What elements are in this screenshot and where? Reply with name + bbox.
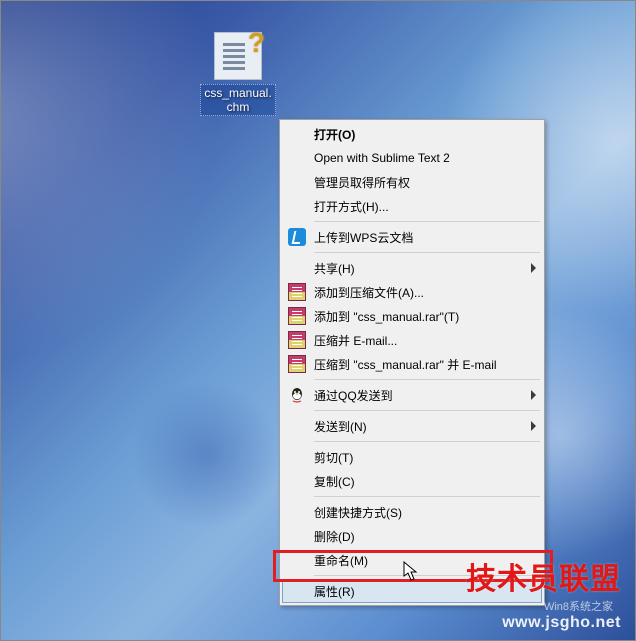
file-label: css_manual.chm — [200, 84, 276, 116]
menu-rar-add-name[interactable]: 添加到 "css_manual.rar"(T) — [282, 304, 542, 328]
desktop-file-icon[interactable]: ? css_manual.chm — [200, 26, 276, 116]
menu-separator — [314, 441, 540, 442]
menu-label: 重命名(M) — [314, 552, 368, 569]
menu-send-to[interactable]: 发送到(N) — [282, 414, 542, 438]
wps-icon — [288, 228, 306, 246]
menu-rar-email[interactable]: 压缩并 E-mail... — [282, 328, 542, 352]
menu-delete[interactable]: 删除(D) — [282, 524, 542, 548]
menu-label: 共享(H) — [314, 260, 355, 277]
menu-label: 属性(R) — [314, 583, 355, 600]
context-menu: 打开(O) Open with Sublime Text 2 管理员取得所有权 … — [279, 119, 545, 606]
winrar-icon — [288, 283, 306, 301]
menu-label: 管理员取得所有权 — [314, 174, 410, 191]
menu-wps-upload[interactable]: 上传到WPS云文档 — [282, 225, 542, 249]
winrar-icon — [288, 355, 306, 373]
submenu-arrow-icon — [531, 390, 536, 400]
menu-qq-send[interactable]: 通过QQ发送到 — [282, 383, 542, 407]
menu-label: 压缩到 "css_manual.rar" 并 E-mail — [314, 356, 497, 373]
menu-separator — [314, 252, 540, 253]
menu-label: 添加到压缩文件(A)... — [314, 284, 424, 301]
help-qmark-icon: ? — [248, 27, 265, 59]
menu-rar-email-name[interactable]: 压缩到 "css_manual.rar" 并 E-mail — [282, 352, 542, 376]
menu-label: 打开(O) — [314, 126, 355, 143]
menu-separator — [314, 410, 540, 411]
menu-separator — [314, 496, 540, 497]
menu-rar-add[interactable]: 添加到压缩文件(A)... — [282, 280, 542, 304]
bg-blob — [131, 380, 281, 530]
menu-label: 打开方式(H)... — [314, 198, 389, 215]
menu-label: 通过QQ发送到 — [314, 387, 393, 404]
submenu-arrow-icon — [531, 263, 536, 273]
menu-open-with[interactable]: 打开方式(H)... — [282, 194, 542, 218]
menu-share[interactable]: 共享(H) — [282, 256, 542, 280]
menu-copy[interactable]: 复制(C) — [282, 469, 542, 493]
menu-label: 上传到WPS云文档 — [314, 229, 413, 246]
submenu-arrow-icon — [531, 421, 536, 431]
menu-label: 发送到(N) — [314, 418, 367, 435]
menu-label: 剪切(T) — [314, 449, 353, 466]
chm-file-icon: ? — [214, 32, 262, 80]
menu-label: 复制(C) — [314, 473, 355, 490]
menu-separator — [314, 221, 540, 222]
menu-label: 创建快捷方式(S) — [314, 504, 402, 521]
watermark-sub: Win8系统之家 — [544, 598, 613, 614]
bg-blob — [1, 1, 221, 361]
watermark-red: 技术员联盟 — [466, 554, 621, 598]
menu-label: 添加到 "css_manual.rar"(T) — [314, 308, 459, 325]
menu-label: 删除(D) — [314, 528, 355, 545]
menu-separator — [314, 379, 540, 380]
watermark-url: www.jsgho.net — [502, 614, 621, 632]
menu-admin-take[interactable]: 管理员取得所有权 — [282, 170, 542, 194]
winrar-icon — [288, 331, 306, 349]
menu-label: Open with Sublime Text 2 — [314, 151, 450, 165]
menu-open[interactable]: 打开(O) — [282, 122, 542, 146]
menu-open-sublime[interactable]: Open with Sublime Text 2 — [282, 146, 542, 170]
menu-label: 压缩并 E-mail... — [314, 332, 397, 349]
qq-icon — [288, 386, 306, 404]
menu-cut[interactable]: 剪切(T) — [282, 445, 542, 469]
winrar-icon — [288, 307, 306, 325]
menu-create-shortcut[interactable]: 创建快捷方式(S) — [282, 500, 542, 524]
